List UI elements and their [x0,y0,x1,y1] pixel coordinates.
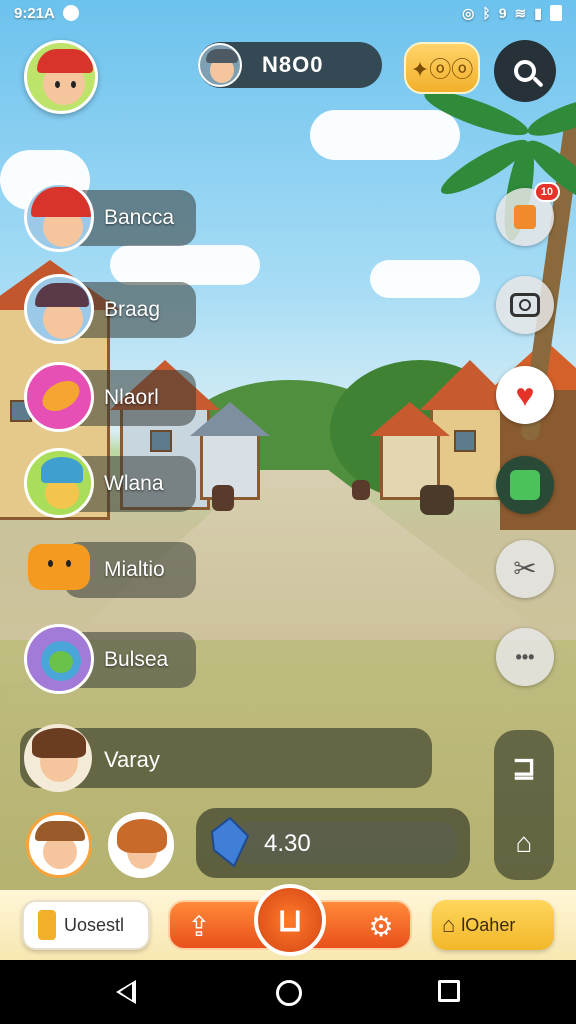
quick-actions: ⊒ ⌂ [494,730,554,880]
camera-button[interactable] [496,276,554,334]
alarm-icon: ◎ [462,4,475,21]
notification-badge: 10 [533,182,560,202]
mail-icon [514,205,536,229]
nav-right-label: lOaher [461,914,516,935]
friend-name: Mialtio [104,558,165,581]
settings-icon[interactable]: ⚙ [364,910,398,944]
score-value: N8O0 [262,52,324,77]
cloud [310,110,460,160]
friend-item-4[interactable]: Wlana [24,448,196,518]
friend-avatar [24,362,94,432]
cloud [110,245,260,285]
player-panel: Varay 4.30 [20,724,472,878]
back-icon[interactable] [116,980,136,1004]
friend-avatar-small[interactable] [108,812,174,878]
friend-item-1[interactable]: Bancca [24,182,196,252]
status-right-text: 9 [498,5,507,21]
friend-item-5[interactable]: Mialtio [24,540,196,600]
nav-left-button[interactable]: Uosestl [22,900,150,950]
edit-icon [510,470,540,500]
status-time: 9:21A [14,4,55,22]
gem-counter[interactable]: 4.30 [196,808,470,878]
friend-name: Nlaorl [104,386,159,409]
score-display[interactable]: N8O0 [198,42,382,88]
recents-icon[interactable] [438,980,460,1002]
gem-icon [208,816,252,868]
search-button[interactable] [494,40,556,102]
more-icon: ••• [515,646,535,667]
user-avatar [24,724,92,792]
friend-avatar-small[interactable] [26,812,92,878]
friend-item-2[interactable]: Braag [24,274,196,344]
system-nav-bar [0,960,576,1024]
nav-home-button[interactable]: ⌂ lOaher [432,900,554,950]
bottom-nav: Uosestl ⇪ ⚙ ⊔ ⌂ lOaher [0,884,576,960]
user-name: Varay [104,747,160,772]
friend-item-6[interactable]: Bulsea [24,624,196,694]
lock-icon [38,910,56,940]
friend-avatar [24,448,94,518]
tools-icon: ✂ [513,553,537,584]
friend-avatar [24,274,94,344]
search-icon [514,60,536,82]
status-icons: ◎ ᛒ 9 ≋ ▮ [462,5,562,22]
share-icon[interactable]: ⌂ [516,827,533,859]
friend-name: Bancca [104,206,175,229]
trash-icon: ⊔ [277,902,303,938]
coins-button[interactable]: ✦ⓞⓞ [404,42,480,94]
favorites-button[interactable]: ♥ [496,366,554,424]
more-button[interactable]: ••• [496,628,554,686]
friend-avatar [24,182,94,252]
mail-button[interactable]: 10 [496,182,560,246]
battery-icon [550,5,562,21]
home-icon: ⌂ [442,912,456,937]
friend-avatar [24,534,94,604]
home-circle-icon[interactable] [276,980,302,1006]
edit-button[interactable] [496,456,554,514]
heart-icon: ♥ [515,377,535,413]
friend-item-3[interactable]: Nlaorl [24,362,196,432]
menu-icon[interactable]: ⊒ [512,751,535,784]
player-avatar[interactable] [24,40,98,114]
friend-name: Wlana [104,472,164,495]
tools-button[interactable]: ✂ [496,540,554,598]
nav-left-label: Uosestl [64,914,125,935]
friend-avatar [24,624,94,694]
cloud [370,260,480,298]
trash-button[interactable]: ⊔ [254,884,326,956]
notification-icon [62,5,79,21]
motorbike [212,485,234,511]
status-bar: 9:21A ◎ ᛒ 9 ≋ ▮ [0,0,576,26]
motorbike [352,480,370,500]
friend-name: Braag [104,298,161,321]
friend-name: Bulsea [104,648,169,671]
current-user-pill[interactable]: Varay [20,724,432,792]
score-avatar [198,43,242,87]
wifi-icon: ≋ [514,4,527,21]
bluetooth-icon: ᛒ [482,5,491,21]
coins-icon: ✦ⓞⓞ [410,57,474,82]
signal-icon: ▮ [534,4,542,21]
motorbike [420,485,454,515]
export-icon[interactable]: ⇪ [182,910,216,944]
camera-icon [510,293,540,317]
gem-value: 4.30 [264,830,311,857]
